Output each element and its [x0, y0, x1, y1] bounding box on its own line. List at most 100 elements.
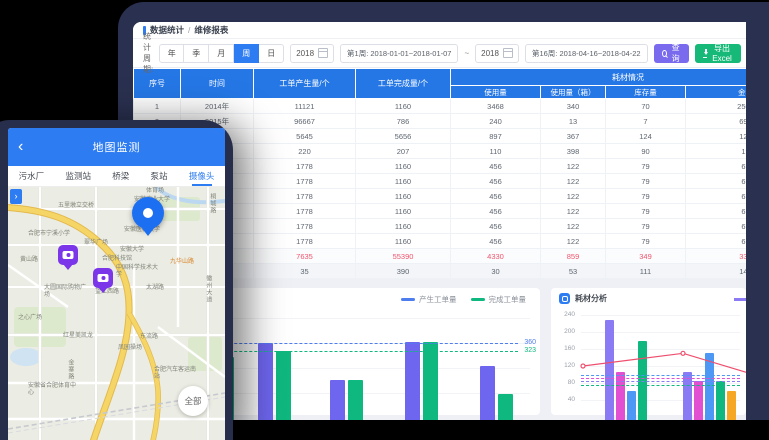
start-week-value: 第1周: 2018-01-01~2018-01-07	[347, 48, 451, 59]
period-button[interactable]: 年	[159, 44, 184, 63]
map-label: 九华山路	[170, 259, 194, 266]
bar	[276, 351, 291, 420]
table-cell: 897	[451, 129, 541, 144]
phone-tab[interactable]: 摄像头	[189, 167, 215, 185]
sub-col-amount: 金额	[686, 86, 747, 99]
export-excel-button[interactable]: 导出Excel	[695, 44, 742, 63]
table-cell: 122	[541, 159, 606, 174]
legend-label: 产生工单量	[419, 294, 457, 305]
table-cell: 79	[606, 234, 686, 249]
table-cell: 124	[606, 129, 686, 144]
table-cell: 111	[606, 264, 686, 279]
table-cell: 67	[686, 159, 747, 174]
table-cell: 13	[541, 114, 606, 129]
camera-marker[interactable]	[58, 245, 78, 265]
table-cell: 122	[541, 219, 606, 234]
end-week-value: 第16周: 2018-04-16~2018-04-22	[532, 48, 641, 59]
phone-tab[interactable]: 监测站	[65, 167, 91, 185]
table-cell: 690	[686, 114, 747, 129]
table-cell: 456	[451, 234, 541, 249]
bar	[348, 380, 363, 420]
table-cell: 456	[451, 219, 541, 234]
table-cell: 4330	[451, 249, 541, 264]
table-cell: 67	[686, 234, 747, 249]
period-button[interactable]: 日	[259, 44, 284, 63]
col-header-orders-completed: 工单完成量/个	[356, 69, 451, 99]
table-cell: 398	[541, 144, 606, 159]
camera-marker[interactable]	[93, 268, 113, 288]
table-cell: 3468	[451, 99, 541, 114]
map-expand-button[interactable]: ›	[10, 189, 22, 204]
chart-legend: 产生工单量 完成工单量	[401, 294, 526, 305]
map-label: 金寨路	[66, 359, 73, 380]
calendar-icon	[503, 48, 513, 58]
export-button-label: 导出Excel	[711, 43, 733, 63]
bar	[480, 366, 495, 420]
end-year-value: 2018	[481, 49, 499, 58]
period-button[interactable]: 月	[209, 44, 234, 63]
col-header-time: 时间	[181, 69, 254, 99]
table-cell: 367	[541, 129, 606, 144]
table-cell: 786	[356, 114, 451, 129]
map-label: 合肥科技馆	[102, 256, 132, 263]
back-button[interactable]: ‹	[18, 139, 23, 155]
period-segmented-control: 年季月周日	[159, 44, 284, 63]
show-all-button[interactable]: 全部	[178, 386, 208, 416]
table-cell: 220	[254, 144, 356, 159]
table-row: 22015年96667786240137690	[134, 114, 747, 129]
map-label: 黄山路	[20, 257, 38, 264]
map-label: 之心广场	[18, 315, 42, 322]
table-cell: 90	[606, 144, 686, 159]
table-cell: 1778	[254, 204, 356, 219]
breadcrumb-page: 维修报表	[194, 24, 228, 36]
line-point	[581, 364, 585, 368]
table-cell: 1160	[356, 174, 451, 189]
selected-location-pin[interactable]	[132, 197, 164, 229]
map-label: 徽州大道	[204, 275, 211, 303]
table-cell: 67	[686, 204, 747, 219]
map-label: 安徽省合肥体育中心	[28, 383, 78, 397]
breadcrumb-section[interactable]: 数据统计	[150, 24, 184, 36]
table-cell: 129	[686, 129, 747, 144]
bar	[423, 342, 438, 420]
table-cell: 1160	[356, 189, 451, 204]
legend-item: 完成工单量	[471, 294, 527, 305]
table-cell: 122	[541, 204, 606, 219]
table-cell: 53	[541, 264, 606, 279]
end-week-input[interactable]: 第16周: 2018-04-16~2018-04-22	[525, 44, 648, 63]
phone-tab[interactable]: 泵站	[151, 167, 168, 185]
end-year-select[interactable]: 2018	[475, 44, 519, 63]
table-cell: 1160	[356, 99, 451, 114]
map[interactable]: 体育场安徽农业大学五里墩立交桥桐城路合肥市宁溪小学安徽医科大学翠华广场安徽大学黄…	[8, 187, 225, 440]
start-year-select[interactable]: 2018	[290, 44, 334, 63]
query-button[interactable]: 查询	[654, 44, 689, 63]
table-cell: 7	[606, 114, 686, 129]
analysis-icon	[559, 293, 570, 304]
legend-item: 产生工单量	[401, 294, 457, 305]
phone-tab[interactable]: 桥梁	[112, 167, 129, 185]
table-cell: 7635	[254, 249, 356, 264]
camera-icon	[98, 274, 109, 282]
line-point	[681, 351, 685, 355]
map-label: 东流路	[140, 334, 158, 341]
table-cell: 30	[451, 264, 541, 279]
table-cell: 349	[606, 249, 686, 264]
table-cell: 456	[451, 174, 541, 189]
phone-header: ‹ 地图监测	[8, 128, 225, 166]
col-header-orders-created: 工单产生量/个	[254, 69, 356, 99]
start-week-input[interactable]: 第1周: 2018-01-01~2018-01-07	[340, 44, 458, 63]
map-label: 五里墩立交桥	[58, 203, 94, 210]
period-button[interactable]: 季	[184, 44, 209, 63]
map-label: 红星美凯龙	[63, 333, 93, 340]
sub-col-usage: 使用量	[451, 86, 541, 99]
phone-tab-bar: 污水厂 监测站 桥梁 泵站 摄像头	[8, 166, 225, 187]
reference-line-label: 360	[524, 339, 536, 346]
table-cell: 122	[541, 234, 606, 249]
map-label: 凤园操场	[118, 345, 142, 352]
table-cell: 456	[451, 204, 541, 219]
table-cell: 1778	[254, 189, 356, 204]
phone-tab[interactable]: 污水厂	[19, 167, 45, 185]
consumables-chart-plot: 2402001601208040	[551, 288, 746, 415]
period-button[interactable]: 周	[234, 44, 259, 63]
phone-screen: ‹ 地图监测 污水厂 监测站 桥梁 泵站 摄像头	[8, 128, 225, 440]
